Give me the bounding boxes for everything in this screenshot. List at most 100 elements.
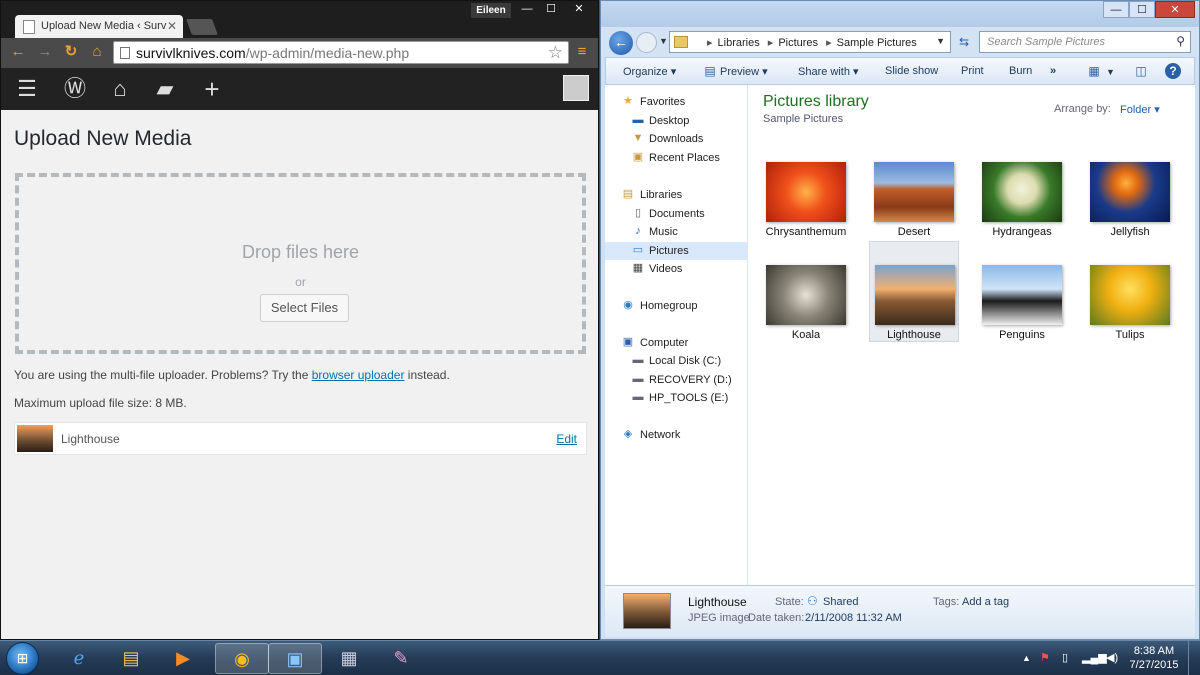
explorer-address-bar[interactable]: ▸ Libraries ▸ Pictures ▸ Sample Pictures ▼ [669,31,951,53]
nav-item-libraries[interactable]: ▤ Libraries [605,186,747,204]
nav-item-desktop[interactable]: ▬ Desktop [605,112,747,130]
print-button[interactable]: Print [961,65,984,77]
minimize-icon[interactable]: — [515,1,539,18]
paint-icon[interactable]: ✎ [374,643,428,674]
pictures-explorer-taskbar-icon[interactable]: ▣ [268,643,322,674]
nav-item-favorites[interactable]: ★ Favorites [605,93,747,111]
site-home-icon[interactable]: ⌂ [106,76,134,102]
slide-show-button[interactable]: Slide show [885,65,938,77]
details-pane: Lighthouse JPEG image State: ⚇ Shared Da… [605,585,1195,637]
show-desktop-button[interactable] [1188,641,1200,675]
picture-item-koala[interactable]: Koala [761,261,851,361]
preview-button[interactable]: Preview ▾ [720,65,768,78]
breadcrumb-pictures[interactable]: Pictures [778,37,818,49]
nav-item-recent-places[interactable]: ▣ Recent Places [605,149,747,167]
address-bar[interactable]: survivlknives.com/wp-admin/media-new.php… [113,41,569,64]
arrange-by-dropdown[interactable]: Folder ▾ [1120,103,1160,116]
nav-item-recovery[interactable]: ▬ RECOVERY (D:) [605,371,747,389]
forward-arrow-icon[interactable] [636,32,657,53]
home-icon[interactable]: ⌂ [88,43,106,61]
change-view-icon[interactable]: ▦ [1086,63,1102,79]
volume-icon[interactable]: ◀) [1106,651,1118,664]
new-tab-button[interactable] [186,19,218,35]
avatar[interactable] [563,75,589,101]
picture-item-lighthouse[interactable]: Lighthouse [869,241,959,342]
picture-item-penguins[interactable]: Penguins [977,261,1067,361]
media-player-icon[interactable]: ▶ [156,643,210,674]
share-with-button[interactable]: Share with ▾ [798,65,859,78]
nav-item-homegroup[interactable]: ◉ Homegroup [605,297,747,315]
search-icon[interactable]: ⚲ [1176,34,1185,48]
chrome-menu-icon[interactable]: ≡ [574,44,590,60]
select-files-button[interactable]: Select Files [260,294,349,322]
nav-item-downloads[interactable]: ▼ Downloads [605,130,747,148]
minimize-icon[interactable]: — [1103,1,1129,18]
view-options-dropdown-icon[interactable]: ▼ [1106,67,1115,77]
videos-icon: ▦ [632,262,644,274]
signal-icon[interactable]: ▂▄▆ [1082,651,1107,664]
refresh-icon[interactable]: ⇆ [954,31,974,53]
maximize-icon[interactable]: ☐ [539,1,563,18]
drop-zone[interactable]: Drop files here or Select Files [15,173,586,354]
picture-item-jellyfish[interactable]: Jellyfish [1085,158,1175,258]
browser-uploader-link[interactable]: browser uploader [312,368,405,382]
help-icon[interactable]: ? [1165,63,1181,79]
preview-pane-icon[interactable]: ◫ [1133,63,1149,79]
breadcrumb-libraries[interactable]: Libraries [718,37,760,49]
picture-item-tulips[interactable]: Tulips [1085,261,1175,361]
reload-icon[interactable]: ↻ [62,43,80,61]
nav-item-computer[interactable]: ▣ Computer [605,334,747,352]
picture-item-hydrangeas[interactable]: Hydrangeas [977,158,1067,258]
details-file-type: JPEG image [688,612,750,624]
burn-button[interactable]: Burn [1009,65,1032,77]
lighthouse-thumbnail [875,265,955,325]
picture-item-chrysanthemum[interactable]: Chrysanthemum [761,158,851,258]
details-state-value: Shared [823,596,859,608]
recent-pages-icon[interactable]: ▼ [659,36,668,46]
organize-button[interactable]: Organize ▾ [623,65,676,78]
nav-item-network[interactable]: ◈ Network [605,426,747,444]
start-button[interactable]: ⊞ [6,642,39,675]
bookmark-star-icon[interactable]: ☆ [548,43,563,63]
close-icon[interactable]: ✕ [563,1,595,18]
tab-close-icon[interactable]: ✕ [167,19,177,33]
show-hidden-icons-icon[interactable]: ▲ [1022,653,1031,663]
media-edit-link[interactable]: Edit [556,432,577,446]
action-center-flag-icon[interactable]: ⚑ [1040,651,1050,664]
nav-item-pictures[interactable]: ▭ Pictures [605,242,747,260]
add-new-icon[interactable]: + [198,76,226,102]
add-tag-field[interactable]: Add a tag [962,596,1009,608]
back-arrow-icon[interactable]: ← [9,43,27,61]
tulips-thumbnail [1090,265,1170,325]
nav-item-hp-tools[interactable]: ▬ HP_TOOLS (E:) [605,389,747,407]
breadcrumb-sample-pictures[interactable]: Sample Pictures [837,37,917,49]
calculator-icon[interactable]: ▦ [322,643,376,674]
network-icon: ◈ [623,428,633,440]
more-commands-button[interactable]: » [1050,65,1056,77]
navigation-pane: ★ Favorites ▬ Desktop ▼ Downloads ▣ Recent P… [605,85,748,585]
internet-explorer-icon[interactable]: ℯ [52,643,106,674]
forward-arrow-icon[interactable]: → [36,43,54,61]
power-icon[interactable]: ▯ [1062,651,1068,664]
nav-item-documents[interactable]: ▯ Documents [605,205,747,223]
system-clock[interactable]: 8:38 AM 7/27/2015 [1126,644,1182,672]
comments-icon[interactable]: ▰ [151,76,179,102]
address-dropdown-icon[interactable]: ▼ [936,36,945,46]
file-list-pane: Pictures library Sample Pictures Arrange… [749,85,1195,585]
tab-title: Upload New Media ‹ Surv [41,20,167,32]
nav-item-music[interactable]: ♪ Music [605,223,747,241]
menu-hamburger-icon[interactable]: ☰ [13,76,41,102]
chrome-taskbar-icon[interactable]: ◉ [215,643,269,674]
browser-tab[interactable]: Upload New Media ‹ Surv ✕ [15,15,183,39]
clock-date: 7/27/2015 [1129,659,1179,671]
wordpress-logo-icon[interactable]: Ⓦ [61,76,89,102]
back-arrow-icon[interactable]: ← [609,31,633,55]
close-icon[interactable]: ✕ [1155,1,1195,18]
profile-button[interactable]: Eileen [471,3,511,18]
file-explorer-icon[interactable]: ▤ [104,643,158,674]
search-input[interactable]: Search Sample Pictures ⚲ [979,31,1191,53]
nav-item-videos[interactable]: ▦ Videos [605,260,747,278]
drive-icon: ▬ [632,354,644,366]
nav-item-local-disk[interactable]: ▬ Local Disk (C:) [605,352,747,370]
maximize-icon[interactable]: ☐ [1129,1,1155,18]
